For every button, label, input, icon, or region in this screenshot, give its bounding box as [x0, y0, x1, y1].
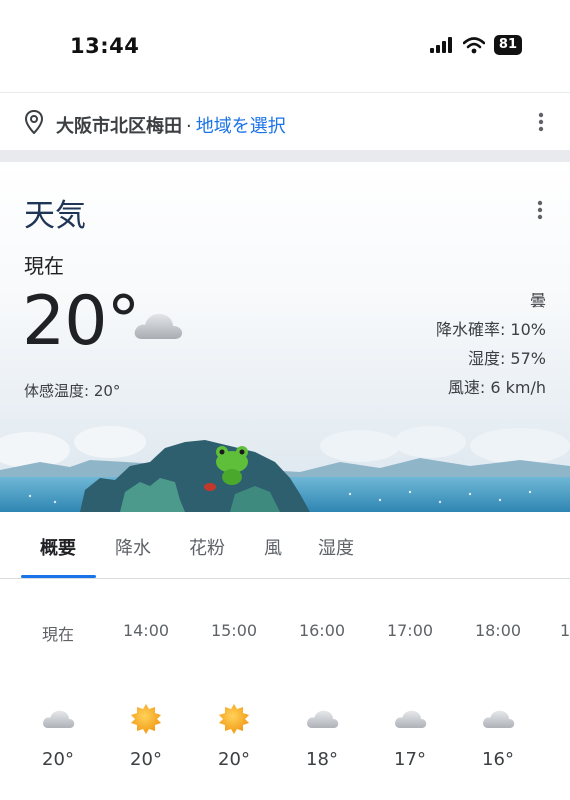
hour-temp: 17° — [394, 749, 426, 770]
humidity: 湿度: 57% — [467, 349, 546, 368]
hour-time: 17:00 — [386, 621, 434, 640]
condition-text: 曇 — [529, 291, 546, 310]
location-pin-icon — [24, 110, 44, 134]
hour-temp: 20° — [130, 749, 162, 770]
signal-icon — [429, 37, 452, 53]
hour-column[interactable]: 17:00 17° — [370, 579, 450, 800]
current-temperature: 20° — [22, 282, 141, 361]
hour-column[interactable]: 15:00 20° — [194, 579, 274, 800]
hour-time: 18:00 — [474, 621, 522, 640]
location-city: 大阪市北区梅田 — [56, 116, 182, 137]
tab-humidity[interactable]: 湿度 — [318, 534, 354, 560]
cloud-icon — [392, 701, 428, 737]
section-divider — [0, 150, 570, 162]
hour-temp: 16° — [482, 749, 514, 770]
wifi-icon — [462, 36, 485, 53]
card-more-options-icon[interactable] — [537, 200, 543, 220]
more-options-icon[interactable] — [538, 112, 544, 132]
sun-icon — [216, 701, 252, 737]
select-region-link[interactable]: 地域を選択 — [196, 116, 286, 137]
cloud-icon — [304, 701, 340, 737]
weather-scene-illustration — [0, 426, 570, 512]
hour-column[interactable]: 14:00 20° — [106, 579, 186, 800]
hour-time: 現在 — [41, 625, 74, 644]
now-label: 現在 — [24, 254, 64, 278]
active-tab-indicator — [21, 575, 96, 578]
status-bar: 13:44 81 — [0, 0, 570, 92]
hour-column[interactable]: 16:00 18° — [282, 579, 362, 800]
weather-tabs: 概要 降水 花粉 風 湿度 — [0, 512, 570, 579]
cloud-icon — [480, 701, 516, 737]
location-bar: 大阪市北区梅田 · 地域を選択 — [0, 92, 570, 150]
tab-pollen[interactable]: 花粉 — [189, 534, 225, 560]
tab-overview[interactable]: 概要 — [40, 534, 76, 560]
cloud-icon — [134, 313, 183, 339]
tab-wind[interactable]: 風 — [264, 534, 282, 560]
hour-time: 14:00 — [122, 621, 170, 640]
hour-time: 16:00 — [298, 621, 346, 640]
status-icons: 81 — [429, 34, 522, 56]
card-title: 天気 — [24, 198, 86, 234]
location-text: 大阪市北区梅田 · 地域を選択 — [56, 112, 286, 138]
hour-column[interactable]: 現在 20° — [18, 579, 98, 800]
battery-icon: 81 — [493, 35, 522, 55]
hour-temp: 18° — [306, 749, 338, 770]
hour-column[interactable]: 18:00 16° — [458, 579, 538, 800]
sun-icon — [128, 701, 164, 737]
hour-temp: 20° — [218, 749, 250, 770]
hourly-forecast: 現在 20° 14:00 20° 15:00 20° 16:00 18° 17:… — [0, 579, 570, 800]
precipitation-chance: 降水確率: 10% — [435, 320, 546, 339]
cloud-icon — [40, 701, 76, 737]
location-separator: · — [186, 116, 192, 137]
hour-time: 15:00 — [210, 621, 258, 640]
hour-temp: 20° — [42, 749, 74, 770]
status-time: 13:44 — [70, 34, 140, 58]
hour-time: 1 — [560, 621, 570, 640]
tab-precipitation[interactable]: 降水 — [115, 534, 151, 560]
weather-card: 天気 現在 20° 体感温度: 20° 曇 降水確率: 10% 湿度: 57% … — [0, 162, 570, 512]
hour-column[interactable]: 1 — [546, 579, 570, 800]
